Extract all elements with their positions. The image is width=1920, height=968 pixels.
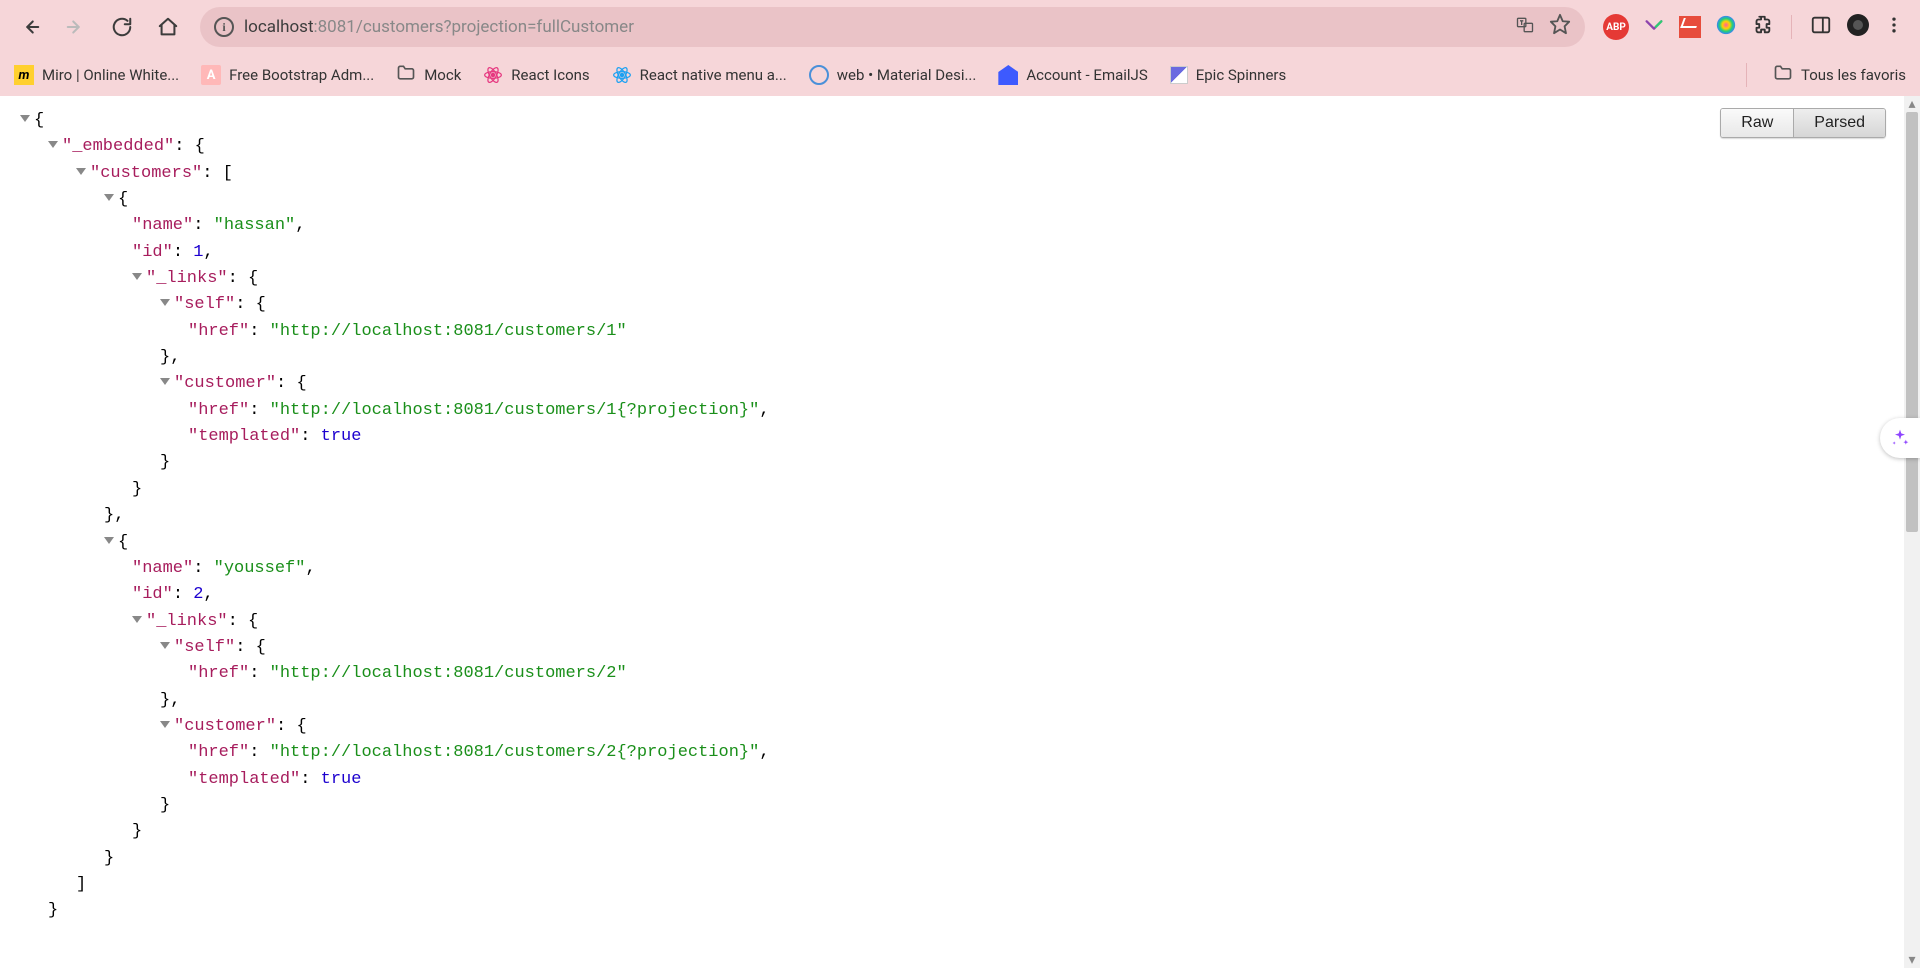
- collapse-caret-icon[interactable]: [104, 194, 114, 201]
- abp-extension-icon[interactable]: ABP: [1603, 14, 1629, 40]
- bookmark-label: Free Bootstrap Adm...: [229, 66, 374, 84]
- bookmark-label: Mock: [424, 66, 461, 84]
- bookmark-item[interactable]: Account - EmailJS: [998, 65, 1147, 85]
- collapse-caret-icon[interactable]: [104, 537, 114, 544]
- kebab-menu-icon[interactable]: [1884, 15, 1904, 39]
- home-button[interactable]: [148, 7, 188, 47]
- extension-icon[interactable]: [1643, 14, 1665, 40]
- address-bar[interactable]: i localhost:8081/customers?projection=fu…: [200, 7, 1585, 47]
- collapse-caret-icon[interactable]: [160, 378, 170, 385]
- extensions-menu-icon[interactable]: [1751, 14, 1773, 40]
- bookmark-star-icon[interactable]: [1549, 13, 1571, 41]
- bookmark-item[interactable]: web • Material Desi...: [809, 65, 977, 85]
- miro-icon: m: [14, 65, 34, 85]
- bookmark-label: React native menu a...: [640, 66, 787, 84]
- vertical-scrollbar[interactable]: ▴ ▾: [1904, 96, 1920, 968]
- extension-icon[interactable]: [1679, 16, 1701, 38]
- bookmark-item[interactable]: React native menu a...: [612, 65, 787, 85]
- spinner-icon: [1170, 66, 1188, 84]
- parsed-button[interactable]: Parsed: [1793, 109, 1885, 137]
- url-text: localhost:8081/customers?projection=full…: [244, 17, 1505, 37]
- bookmark-item[interactable]: React Icons: [483, 65, 589, 85]
- bookmark-item[interactable]: A Free Bootstrap Adm...: [201, 65, 374, 85]
- extension-icon[interactable]: [1715, 14, 1737, 40]
- back-button[interactable]: [10, 7, 50, 47]
- collapse-caret-icon[interactable]: [160, 721, 170, 728]
- collapse-caret-icon[interactable]: [132, 616, 142, 623]
- collapse-caret-icon[interactable]: [20, 115, 30, 122]
- all-bookmarks-button[interactable]: Tous les favoris: [1773, 63, 1906, 87]
- react-icon: [483, 65, 503, 85]
- bookmark-folder[interactable]: Mock: [396, 63, 461, 87]
- bookmark-label: React Icons: [511, 66, 589, 84]
- bookmark-label: Epic Spinners: [1196, 66, 1287, 84]
- separator: [1791, 15, 1792, 39]
- raw-parsed-toggle: Raw Parsed: [1720, 108, 1886, 138]
- collapse-caret-icon[interactable]: [160, 299, 170, 306]
- collapse-caret-icon[interactable]: [132, 273, 142, 280]
- ai-assist-fab[interactable]: [1880, 418, 1920, 458]
- collapse-caret-icon[interactable]: [160, 642, 170, 649]
- bookmarks-bar: m Miro | Online White... A Free Bootstra…: [0, 54, 1920, 96]
- emailjs-icon: [998, 65, 1018, 85]
- smiley-icon: [809, 65, 829, 85]
- toolbar: i localhost:8081/customers?projection=fu…: [0, 0, 1920, 54]
- collapse-caret-icon[interactable]: [48, 141, 58, 148]
- scrollbar-thumb[interactable]: [1906, 112, 1918, 532]
- raw-button[interactable]: Raw: [1721, 109, 1793, 137]
- bookmark-label: Account - EmailJS: [1026, 66, 1147, 84]
- profile-avatar-icon[interactable]: [1846, 13, 1870, 41]
- bookmark-label: web • Material Desi...: [837, 66, 977, 84]
- extension-icons: ABP: [1597, 13, 1910, 41]
- admin-icon: A: [201, 65, 221, 85]
- browser-chrome: i localhost:8081/customers?projection=fu…: [0, 0, 1920, 97]
- scroll-down-arrow[interactable]: ▾: [1904, 952, 1920, 968]
- translate-icon[interactable]: [1515, 15, 1535, 40]
- folder-icon: [1773, 63, 1793, 87]
- bookmark-label: Miro | Online White...: [42, 66, 179, 84]
- folder-icon: [396, 63, 416, 87]
- site-info-icon[interactable]: i: [214, 17, 234, 37]
- bookmark-item[interactable]: m Miro | Online White...: [14, 65, 179, 85]
- all-bookmarks-label: Tous les favoris: [1801, 66, 1906, 84]
- bookmark-item[interactable]: Epic Spinners: [1170, 66, 1287, 84]
- scroll-up-arrow[interactable]: ▴: [1904, 96, 1920, 112]
- json-tree[interactable]: {"_embedded": {"customers": [{"name": "h…: [20, 108, 1884, 925]
- reload-button[interactable]: [102, 7, 142, 47]
- side-panel-icon[interactable]: [1810, 14, 1832, 40]
- forward-button[interactable]: [56, 7, 96, 47]
- json-viewer: {"_embedded": {"customers": [{"name": "h…: [0, 96, 1904, 968]
- react-icon: [612, 65, 632, 85]
- separator: [1746, 63, 1747, 87]
- collapse-caret-icon[interactable]: [76, 168, 86, 175]
